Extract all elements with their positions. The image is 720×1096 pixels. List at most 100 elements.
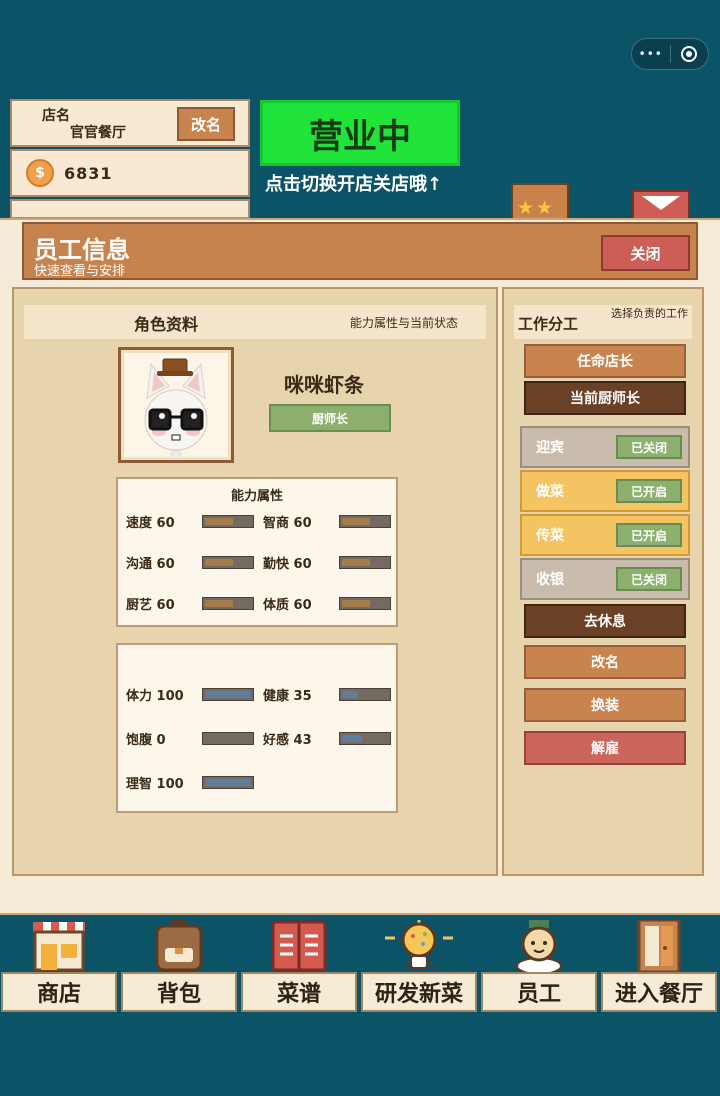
status-row: 饱腹 0: [126, 729, 254, 748]
duty-cooking[interactable]: 做菜 已开启: [520, 470, 690, 512]
shop-name: 官官餐厅: [70, 125, 126, 141]
appoint-manager-button[interactable]: 任命店长: [524, 344, 686, 378]
bottom-nav: 商店 背包 菜谱 研发新菜 员工 进入餐厅: [0, 914, 720, 1016]
duty-toggle[interactable]: 已开启: [616, 479, 682, 503]
door-icon: [637, 920, 681, 972]
status-label: 饱腹 0: [126, 733, 166, 748]
stat-bar: [339, 597, 391, 610]
rating-stars-icon[interactable]: ★ ★: [511, 183, 569, 219]
duty-greeting[interactable]: 迎宾 已关闭: [520, 426, 690, 468]
status-label: 体力 100: [126, 689, 184, 704]
stat-row: 勤快 60: [263, 553, 391, 572]
business-hint: 点击切换开店关店哦↑: [265, 174, 443, 195]
work-header-title: 工作分工: [518, 315, 579, 333]
coin-count: 6831: [64, 163, 113, 183]
shop-name-panel: 店名 官官餐厅 改名: [10, 99, 250, 147]
stat-label: 沟通 60: [126, 557, 175, 572]
close-miniprogram-icon[interactable]: [670, 46, 708, 62]
stat-bar: [202, 597, 254, 610]
nav-staff[interactable]: 员工: [480, 914, 598, 1014]
shop-icon: [33, 922, 85, 972]
cat-avatar-icon: [144, 358, 208, 458]
coin-panel: $ 6831: [10, 149, 250, 197]
hud-panel-partial: [10, 199, 250, 219]
miniprogram-capsule: •••: [631, 38, 709, 70]
status-row: 健康 35: [263, 685, 391, 704]
stat-bar: [202, 556, 254, 569]
close-button[interactable]: 关闭: [601, 235, 690, 271]
backpack-icon: [155, 920, 203, 972]
status-bar: [339, 688, 391, 701]
more-menu-icon[interactable]: •••: [632, 47, 670, 61]
duty-toggle[interactable]: 已开启: [616, 523, 682, 547]
nav-shop-label: 商店: [1, 972, 117, 1012]
duty-name: 传菜: [536, 528, 564, 544]
rest-button[interactable]: 去休息: [524, 604, 686, 638]
lightbulb-icon: [385, 920, 453, 969]
nav-recipes[interactable]: 菜谱: [240, 914, 358, 1014]
current-role-button[interactable]: 当前厨师长: [524, 381, 686, 415]
stat-row: 沟通 60: [126, 553, 254, 572]
shop-rename-button[interactable]: 改名: [177, 107, 235, 141]
duty-name: 收银: [536, 572, 564, 588]
stat-label: 体质 60: [263, 598, 312, 613]
status-bar: [339, 732, 391, 745]
work-panel: 工作分工 选择负责的工作 任命店长 当前厨师长 迎宾 已关闭 做菜 已开启 传菜…: [502, 287, 704, 876]
stat-row: 速度 60: [126, 512, 254, 531]
work-header: 工作分工 选择负责的工作: [514, 305, 692, 339]
profile-header-title: 角色资料: [134, 315, 199, 334]
stat-bar: [202, 515, 254, 528]
profile-panel: 角色资料 能力属性与当前状态 咪咪虾条 厨师长 能力属性 速度 60 智商 60…: [12, 287, 498, 876]
staff-rename-button[interactable]: 改名: [524, 645, 686, 679]
staff-icon: [516, 920, 562, 972]
duty-cashier[interactable]: 收银 已关闭: [520, 558, 690, 600]
status-bar: [202, 688, 254, 701]
modal-header: 员工信息 快速查看与安排 关闭: [22, 222, 698, 280]
coin-icon: $: [26, 159, 54, 187]
stat-bar: [339, 556, 391, 569]
fire-button[interactable]: 解雇: [524, 731, 686, 765]
duty-name: 做菜: [536, 484, 564, 500]
nav-research[interactable]: 研发新菜: [360, 914, 478, 1014]
stat-bar: [339, 515, 391, 528]
status-row: 体力 100: [126, 685, 254, 704]
status-label: 健康 35: [263, 689, 312, 704]
status-label: 好感 43: [263, 733, 312, 748]
status-bar: [202, 732, 254, 745]
stat-row: 厨艺 60: [126, 594, 254, 613]
nav-staff-label: 员工: [481, 972, 597, 1012]
stat-row: 体质 60: [263, 594, 391, 613]
stat-label: 厨艺 60: [126, 598, 175, 613]
staff-info-modal: 员工信息 快速查看与安排 关闭 角色资料 能力属性与当前状态 咪咪虾条 厨师长 …: [0, 218, 720, 915]
modal-subtitle: 快速查看与安排: [34, 264, 126, 279]
duty-serving[interactable]: 传菜 已开启: [520, 514, 690, 556]
character-name: 咪咪虾条: [284, 373, 364, 397]
status-label: 理智 100: [126, 777, 184, 792]
status-bar: [202, 776, 254, 789]
profile-header: 角色资料 能力属性与当前状态: [24, 305, 486, 339]
nav-backpack-label: 背包: [121, 972, 237, 1012]
stat-row: 智商 60: [263, 512, 391, 531]
nav-shop[interactable]: 商店: [0, 914, 118, 1014]
duty-name: 迎宾: [536, 440, 564, 456]
status-row: 理智 100: [126, 773, 254, 792]
nav-enter-restaurant[interactable]: 进入餐厅: [600, 914, 718, 1014]
nav-enter-restaurant-label: 进入餐厅: [601, 972, 717, 1012]
nav-backpack[interactable]: 背包: [120, 914, 238, 1014]
role-badge: 厨师长: [269, 404, 391, 432]
duty-toggle[interactable]: 已关闭: [616, 567, 682, 591]
ability-box: 能力属性 速度 60 智商 60 沟通 60 勤快 60 厨艺 60 体质 60: [116, 477, 398, 627]
stat-label: 智商 60: [263, 516, 312, 531]
stat-label: 速度 60: [126, 516, 175, 531]
character-portrait: [118, 347, 234, 463]
stat-label: 勤快 60: [263, 557, 312, 572]
work-header-note: 选择负责的工作: [611, 307, 688, 320]
recipe-book-icon: [271, 920, 327, 972]
duty-toggle[interactable]: 已关闭: [616, 435, 682, 459]
ability-title: 能力属性: [230, 489, 283, 504]
nav-recipes-label: 菜谱: [241, 972, 357, 1012]
nav-research-label: 研发新菜: [361, 972, 477, 1012]
business-status-toggle[interactable]: 营业中: [260, 100, 460, 166]
outfit-button[interactable]: 换装: [524, 688, 686, 722]
mail-icon[interactable]: [632, 190, 690, 220]
